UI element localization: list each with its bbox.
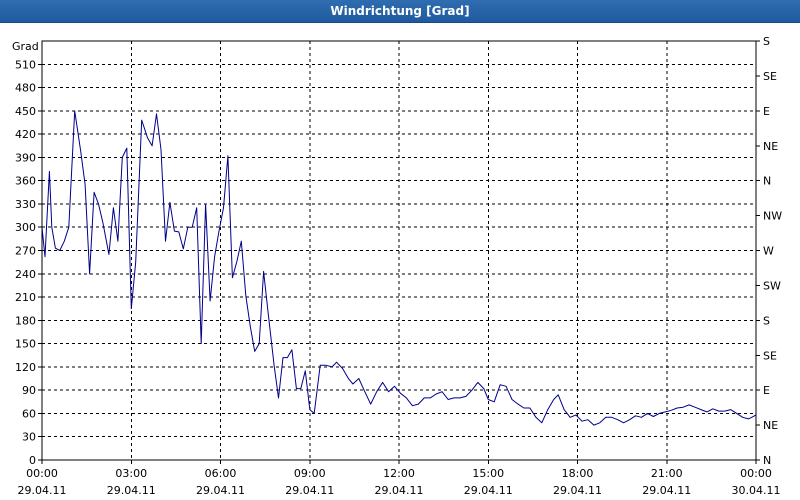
y-tick-label: 30 xyxy=(22,431,36,444)
y2-tick-label: NW xyxy=(763,210,782,223)
y2-tick-label: SW xyxy=(763,279,781,292)
y2-tick-label: E xyxy=(763,105,770,118)
x-tick-date-label: 29.04.11 xyxy=(375,484,424,497)
x-tick-date-label: 29.04.11 xyxy=(285,484,334,497)
y2-tick-label: NE xyxy=(763,419,778,432)
x-axis-ticks: 00:00 29.04.11 03:00 29.04.11 06:00 29.04.11 0… xyxy=(18,460,781,497)
wind-direction-chart: 0 30 60 90 120 150 180 210 240 270 300 330 360 390 420… xyxy=(12,35,782,497)
x-tick-time-label: 21:00 xyxy=(651,467,683,480)
x-tick-date-label: 30.04.11 xyxy=(732,484,781,497)
x-tick-time-label: 00:00 xyxy=(740,467,772,480)
y-tick-label: 120 xyxy=(15,361,36,374)
x-tick-date-label: 29.04.11 xyxy=(464,484,513,497)
x-tick-date-label: 29.04.11 xyxy=(553,484,602,497)
y2-tick-label: W xyxy=(763,245,774,258)
x-tick-time-label: 18:00 xyxy=(562,467,594,480)
y2-tick-label: S xyxy=(763,314,770,327)
y-tick-label: 240 xyxy=(15,268,36,281)
y2-tick-label: N xyxy=(763,454,771,467)
x-tick-time-label: 00:00 xyxy=(26,467,58,480)
y-tick-label: 0 xyxy=(29,454,36,467)
y-tick-label: 510 xyxy=(15,58,36,71)
y-tick-label: 390 xyxy=(15,151,36,164)
y2-tick-label: SE xyxy=(763,349,777,362)
x-tick-date-label: 29.04.11 xyxy=(642,484,691,497)
y-tick-label: 90 xyxy=(22,384,36,397)
x-tick-time-label: 12:00 xyxy=(383,467,415,480)
y-axis-ticks: 0 30 60 90 120 150 180 210 240 270 300 330 360 390 420… xyxy=(15,58,42,467)
y-axis-label: Grad xyxy=(12,40,39,53)
x-tick-date-label: 29.04.11 xyxy=(18,484,67,497)
x-tick-time-label: 03:00 xyxy=(115,467,147,480)
y-tick-label: 180 xyxy=(15,314,36,327)
y-tick-label: 480 xyxy=(15,82,36,95)
x-tick-time-label: 09:00 xyxy=(294,467,326,480)
y2-tick-label: E xyxy=(763,384,770,397)
x-tick-time-label: 06:00 xyxy=(205,467,237,480)
y-tick-label: 270 xyxy=(15,245,36,258)
x-tick-date-label: 29.04.11 xyxy=(107,484,156,497)
y-tick-label: 360 xyxy=(15,175,36,188)
y2-tick-label: N xyxy=(763,175,771,188)
y-tick-label: 210 xyxy=(15,291,36,304)
y2-tick-label: NE xyxy=(763,140,778,153)
y-tick-label: 330 xyxy=(15,198,36,211)
y-tick-label: 150 xyxy=(15,338,36,351)
y-tick-label: 420 xyxy=(15,128,36,141)
y2-axis-ticks: N NE E SE S SW W NW N NE E SE S xyxy=(756,35,782,467)
y-tick-label: 450 xyxy=(15,105,36,118)
y-tick-label: 60 xyxy=(22,407,36,420)
x-tick-time-label: 15:00 xyxy=(472,467,504,480)
y2-tick-label: SE xyxy=(763,70,777,83)
y-tick-label: 300 xyxy=(15,221,36,234)
x-tick-date-label: 29.04.11 xyxy=(196,484,245,497)
y2-tick-label: S xyxy=(763,35,770,48)
